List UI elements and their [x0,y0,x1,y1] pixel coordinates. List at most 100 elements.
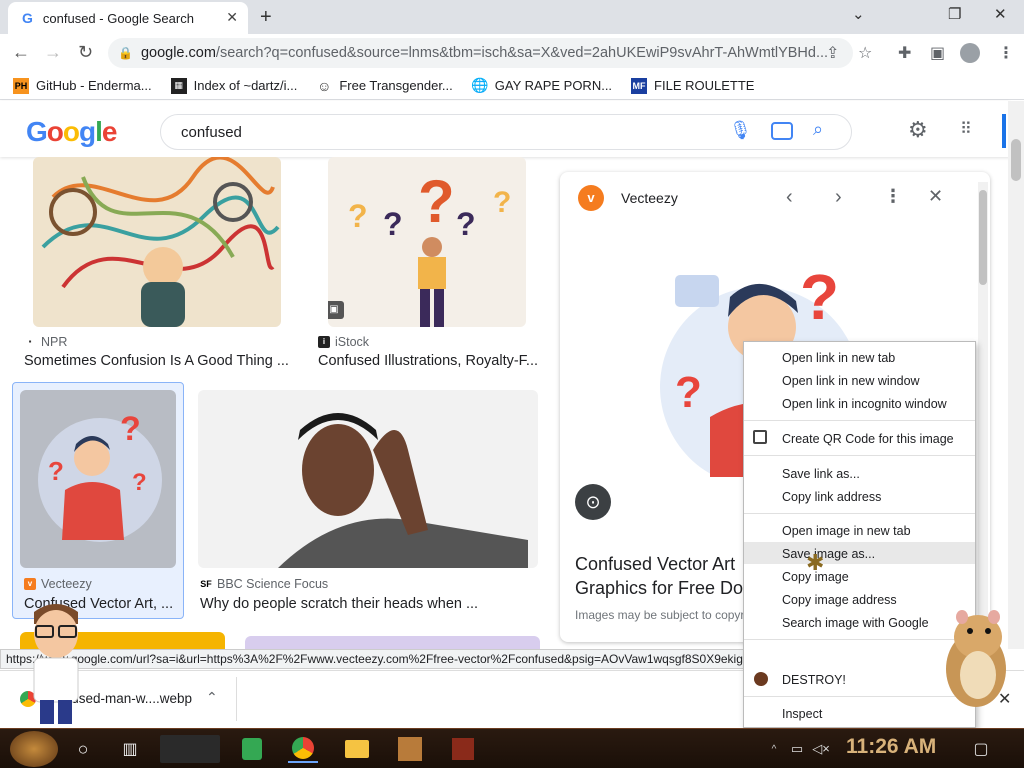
menu-save-link-as[interactable]: Save link as... [782,467,860,481]
menu-save-image-as[interactable]: Save image as... [782,547,875,561]
panel-scrollbar-thumb[interactable] [979,190,987,285]
sheets-app-icon[interactable] [238,735,266,763]
chrome-app-icon[interactable] [288,735,318,763]
result-title[interactable]: Sometimes Confusion Is A Good Thing ... [24,353,294,369]
search-icon[interactable]: ⌕ [813,119,823,140]
reload-button[interactable]: ↻ [78,42,93,63]
game-app-icon[interactable] [396,735,424,763]
bookmark-item[interactable]: 🌐 GAY RAPE PORN... [471,77,613,94]
bookmark-label: FILE ROULETTE [654,78,755,93]
menu-copy-image-address[interactable]: Copy image address [782,593,897,607]
grid-favicon-icon: ▦ [170,77,187,94]
side-panel-icon[interactable]: ▣ [930,43,945,63]
google-logo[interactable]: Google [26,116,117,148]
result-source[interactable]: i iStock [318,335,369,349]
result-source[interactable]: v Vecteezy [24,577,92,591]
bookmark-star-icon[interactable]: ☆ [858,43,872,63]
back-button[interactable]: ← [12,42,30,63]
tray-chevron-icon[interactable]: ^ [768,735,780,763]
file-explorer-app-icon[interactable] [342,735,372,763]
camera-lens-icon[interactable] [771,122,793,140]
lens-search-icon[interactable]: ⊙ [575,484,611,520]
svg-text:?: ? [418,168,455,235]
close-panel-icon[interactable]: ✕ [928,186,943,207]
start-orb-icon[interactable] [10,731,58,767]
volume-muted-icon[interactable]: ◁× [812,735,830,763]
bookmark-label: GAY RAPE PORN... [494,78,613,93]
browser-toolbar: ← → ↻ 🔒 google.com /search?q=confused&so… [0,34,1024,72]
result-title[interactable]: Why do people scratch their heads when .… [200,596,530,612]
svg-text:?: ? [456,206,476,242]
next-chevron-icon[interactable]: › [835,186,842,209]
forward-button[interactable]: → [44,42,62,63]
result-image-npr[interactable] [33,157,281,327]
bookmark-item[interactable]: MF FILE ROULETTE [631,77,755,94]
menu-open-link-new-tab[interactable]: Open link in new tab [782,351,895,365]
mf-favicon-icon: MF [631,77,648,94]
extensions-puzzle-icon[interactable]: ✚ [898,43,911,63]
istock-favicon-icon: i [318,336,330,348]
menu-open-image-new-tab[interactable]: Open image in new tab [782,524,911,538]
menu-inspect[interactable]: Inspect [782,707,822,721]
microphone-icon[interactable]: 🎙 [729,120,752,141]
red-app-icon[interactable] [450,735,476,763]
next-result-thumb[interactable] [245,636,540,650]
close-window-button[interactable]: ✕ [994,5,1007,23]
address-bar[interactable]: 🔒 google.com /search?q=confused&source=l… [108,38,853,68]
menu-copy-link-address[interactable]: Copy link address [782,490,881,504]
result-source[interactable]: SF BBC Science Focus [200,577,328,591]
svg-text:?: ? [383,206,403,242]
folder-icon [345,740,369,758]
menu-search-image-google[interactable]: Search image with Google [782,616,929,630]
network-icon[interactable]: ▭ [788,735,806,763]
taskbar: ○ ▥ ^ ▭ ◁× 11:26 AM ▢ [0,728,1024,768]
menu-open-link-incognito[interactable]: Open link in incognito window [782,397,947,411]
result-source[interactable]: ▪ NPR [24,335,67,349]
search-input[interactable]: confused [181,124,242,141]
bookmark-item[interactable]: PH GitHub - Enderma... [13,77,152,94]
svg-text:?: ? [675,368,702,417]
more-options-icon[interactable]: ⋮ [884,186,902,207]
source-label: Vecteezy [41,577,92,591]
scrollbar-thumb[interactable] [1011,139,1021,181]
settings-gear-icon[interactable]: ⚙ [908,117,928,143]
restore-window-button[interactable]: ❐ [948,5,961,23]
notifications-icon[interactable]: ▢ [970,735,992,763]
panel-source[interactable]: Vecteezy [621,190,678,206]
menu-separator [744,455,975,456]
bookmark-item[interactable]: ☺ Free Transgender... [316,78,453,94]
result-image-bbc[interactable] [198,390,538,568]
previous-chevron-icon[interactable]: ‹ [786,186,793,209]
download-chevron-icon[interactable]: ⌃ [206,689,218,706]
svg-text:?: ? [800,261,839,333]
apps-grid-icon[interactable]: ⠿ [960,119,972,139]
result-title[interactable]: Confused Illustrations, Royalty-F... [318,353,538,369]
svg-text:?: ? [48,456,64,486]
menu-kebab-icon[interactable]: ⋮ [998,43,1014,63]
result-image-istock[interactable]: ? ? ? ? ? ▣ [328,157,526,327]
taskbar-slot[interactable] [160,735,220,763]
menu-create-qr-code[interactable]: Create QR Code for this image [782,432,954,446]
cortana-circle-icon[interactable]: ○ [72,735,94,763]
result-image-vecteezy[interactable]: ? ? ? [20,390,176,568]
game-icon [398,737,422,761]
lock-icon[interactable]: 🔒 [118,46,133,60]
panel-scrollbar[interactable] [978,182,988,642]
account-indicator [1002,114,1006,148]
menu-open-link-new-window[interactable]: Open link in new window [782,374,920,388]
share-icon[interactable]: ⇪ [826,43,839,63]
tab-close-icon[interactable]: ✕ [226,9,238,26]
bookmark-item[interactable]: ▦ Index of ~dartz/i... [170,77,297,94]
menu-destroy[interactable]: DESTROY! [782,673,846,687]
tab-search-icon[interactable]: ⌄ [852,5,865,23]
taskbar-clock[interactable]: 11:26 AM [846,735,936,759]
profile-avatar[interactable] [960,43,980,63]
svg-text:?: ? [120,410,141,448]
google-search-box[interactable]: confused 🎙 ⌕ [160,114,852,150]
panel-title[interactable]: Confused Vector Art Graphics for Free Do [575,552,743,600]
page-scrollbar[interactable] [1008,101,1024,649]
question-marks-illustration: ? ? ? ? ? [348,168,511,327]
task-view-icon[interactable]: ▥ [118,735,142,763]
tab-active[interactable]: G confused - Google Search ✕ [8,2,248,34]
new-tab-button[interactable]: + [260,6,272,29]
